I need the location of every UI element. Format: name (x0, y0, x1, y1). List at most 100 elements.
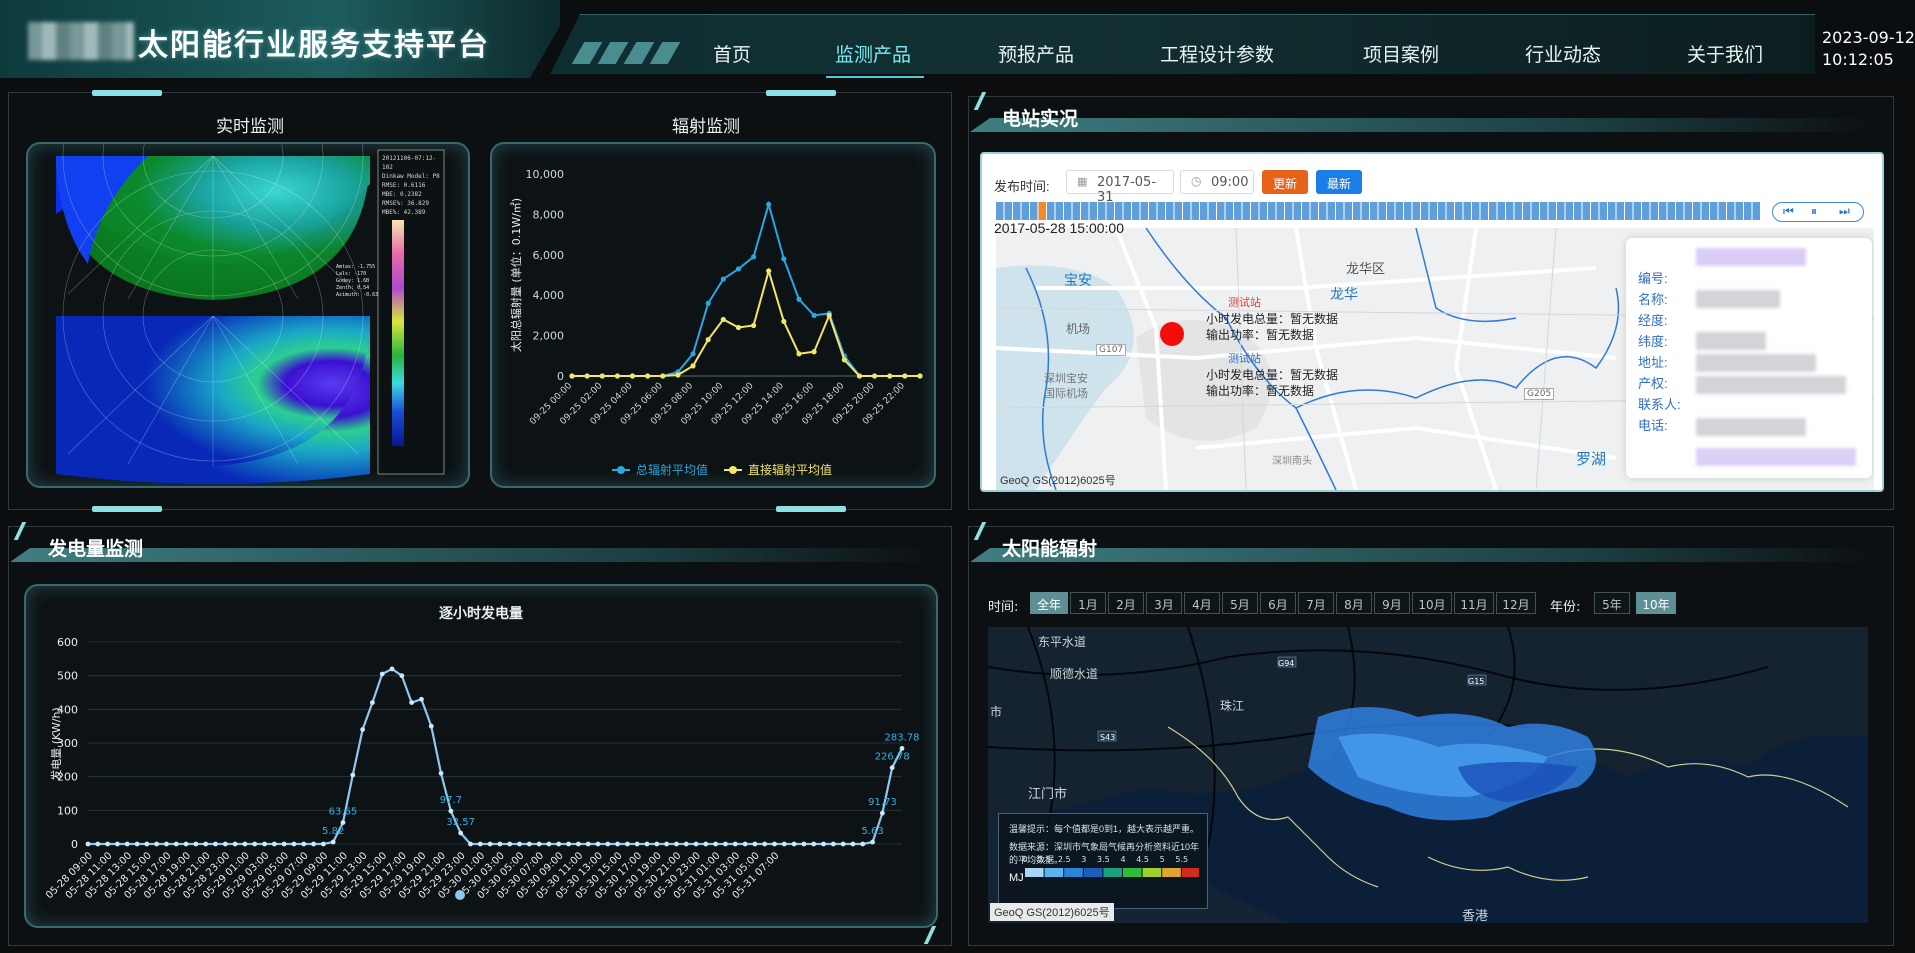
time-picker[interactable]: ◷ 09:00 (1180, 170, 1254, 194)
data-point (766, 201, 772, 207)
timeline-step (1710, 202, 1718, 220)
station-a-line2: 输出功率：暂无数据 (1206, 328, 1315, 342)
update-button[interactable]: 更新 (1262, 170, 1308, 194)
map-label: 罗湖 (1576, 450, 1607, 468)
month-chip[interactable]: 1月 (1070, 592, 1106, 614)
data-point (674, 841, 679, 847)
timeline-step (1438, 202, 1446, 220)
month-chip[interactable]: 8月 (1336, 592, 1372, 614)
data-point (134, 841, 140, 847)
nav-item-about[interactable]: 关于我们 (1687, 40, 1763, 67)
data-point (811, 349, 817, 355)
nav-item-forecast[interactable]: 预报产品 (998, 40, 1074, 67)
month-chip[interactable]: 3月 (1146, 592, 1182, 614)
map-label: 深圳南头 (1272, 456, 1312, 467)
month-chip[interactable]: 6月 (1260, 592, 1296, 614)
timeline-step (1429, 202, 1437, 220)
legend-swatch (1044, 868, 1064, 877)
timeline-step (1642, 202, 1650, 220)
data-point (271, 841, 277, 847)
date-picker[interactable]: ▦ 2017-05-31 (1066, 170, 1174, 205)
year-chip[interactable]: 5年 (1594, 592, 1630, 614)
data-point (750, 254, 757, 260)
data-point (262, 841, 267, 847)
data-point (879, 810, 885, 816)
data-point (569, 373, 575, 379)
legend-swatch (1064, 868, 1083, 877)
timeline-step (1421, 202, 1429, 220)
data-point (801, 841, 807, 847)
y-tick-label: 8,000 (533, 208, 565, 221)
timeline-step (1174, 202, 1182, 220)
timeline-step (1676, 202, 1684, 220)
data-label: 91.73 (868, 797, 897, 808)
month-chip[interactable]: 9月 (1374, 592, 1410, 614)
data-point (458, 830, 464, 836)
nav-item-news[interactable]: 行业动态 (1525, 40, 1601, 67)
map-label: 龙华 (1330, 287, 1358, 303)
redacted-value (1696, 248, 1806, 266)
data-point (311, 841, 316, 847)
map-label: 机场 (1066, 322, 1091, 336)
data-point (144, 841, 150, 847)
timeline-step (1744, 202, 1752, 220)
station-b-line2: 输出功率：暂无数据 (1206, 384, 1315, 398)
frame-accent (92, 506, 162, 512)
data-point (203, 841, 209, 847)
timeline-step (1506, 202, 1514, 220)
data-point (360, 727, 366, 732)
month-chip[interactable]: 7月 (1298, 592, 1334, 614)
data-point (720, 276, 726, 282)
timeline-step (1514, 202, 1522, 220)
data-point (660, 373, 666, 379)
timeline-step (1370, 202, 1378, 220)
data-point (487, 841, 493, 847)
year-chip[interactable]: 10年 (1636, 592, 1676, 614)
timeline-step (1582, 202, 1590, 220)
timeline-step (1361, 202, 1369, 220)
station-panel: 发布时间: ▦ 2017-05-31 ◷ 09:00 更新 最新 ⏮ ⏸ ⏭ 2… (980, 152, 1884, 492)
data-point (703, 841, 709, 847)
month-chip[interactable]: 5月 (1222, 592, 1258, 614)
nav-item-home[interactable]: 首页 (713, 40, 751, 67)
info-owner-label: 产权: (1638, 376, 1668, 391)
timeline-step (1387, 202, 1395, 220)
nav-item-monitoring[interactable]: 监测产品 (835, 40, 911, 67)
map-label: 市 (990, 705, 1003, 719)
timeline-step (1344, 202, 1352, 220)
pause-icon[interactable]: ⏸ (1811, 204, 1817, 219)
map-label: 珠江 (1220, 699, 1245, 713)
month-chip[interactable]: 10月 (1412, 592, 1452, 614)
timeline-step (1030, 202, 1038, 220)
time-filter-label: 时间: (988, 600, 1019, 615)
timeline-step (1531, 202, 1539, 220)
redacted-value (1696, 376, 1846, 394)
time-slider[interactable] (996, 202, 1760, 220)
legend-tip: 温馨提示：每个值都是0到1，越大表示越严重。 (1009, 824, 1200, 834)
month-chip[interactable]: 4月 (1184, 592, 1220, 614)
data-point (213, 841, 218, 847)
timeline-step (1693, 202, 1701, 220)
nav-item-cases[interactable]: 项目案例 (1363, 40, 1439, 67)
timeline-step (1132, 202, 1140, 220)
month-chip[interactable]: 11月 (1454, 592, 1494, 614)
map-label: 深圳宝安 (1044, 372, 1088, 385)
timeline-step (1625, 202, 1633, 220)
nav-item-design-params[interactable]: 工程设计参数 (1160, 40, 1274, 67)
info-name-label: 名称: (1638, 292, 1668, 307)
solar-radiation-map[interactable]: 东平水道 顺德水道 G94 G15 珠江 S43 江门市 香港 市 温馨提示：每… (988, 627, 1868, 923)
legend-color-scale: 0 1.5 2.5 3 3.5 4 4.5 5 5.5 (1022, 855, 1199, 877)
stat-line: Godey: 1.6B (336, 278, 370, 284)
month-chip[interactable]: 2月 (1108, 592, 1144, 614)
timeline-step (1157, 202, 1165, 220)
timeline-step (1667, 202, 1675, 220)
data-point (899, 746, 905, 751)
month-chip[interactable]: 12月 (1496, 592, 1536, 614)
station-map[interactable]: 宝安 龙华区 龙华 机场 G107 深圳宝安 国际机场 G205 罗湖 深圳南头… (996, 228, 1874, 490)
latest-button[interactable]: 最新 (1316, 170, 1362, 194)
next-icon[interactable]: ⏭ (1839, 204, 1850, 219)
prev-icon[interactable]: ⏮ (1783, 204, 1794, 219)
month-chip[interactable]: 全年 (1030, 592, 1068, 614)
data-point (477, 841, 483, 847)
legend-marker (617, 466, 625, 474)
